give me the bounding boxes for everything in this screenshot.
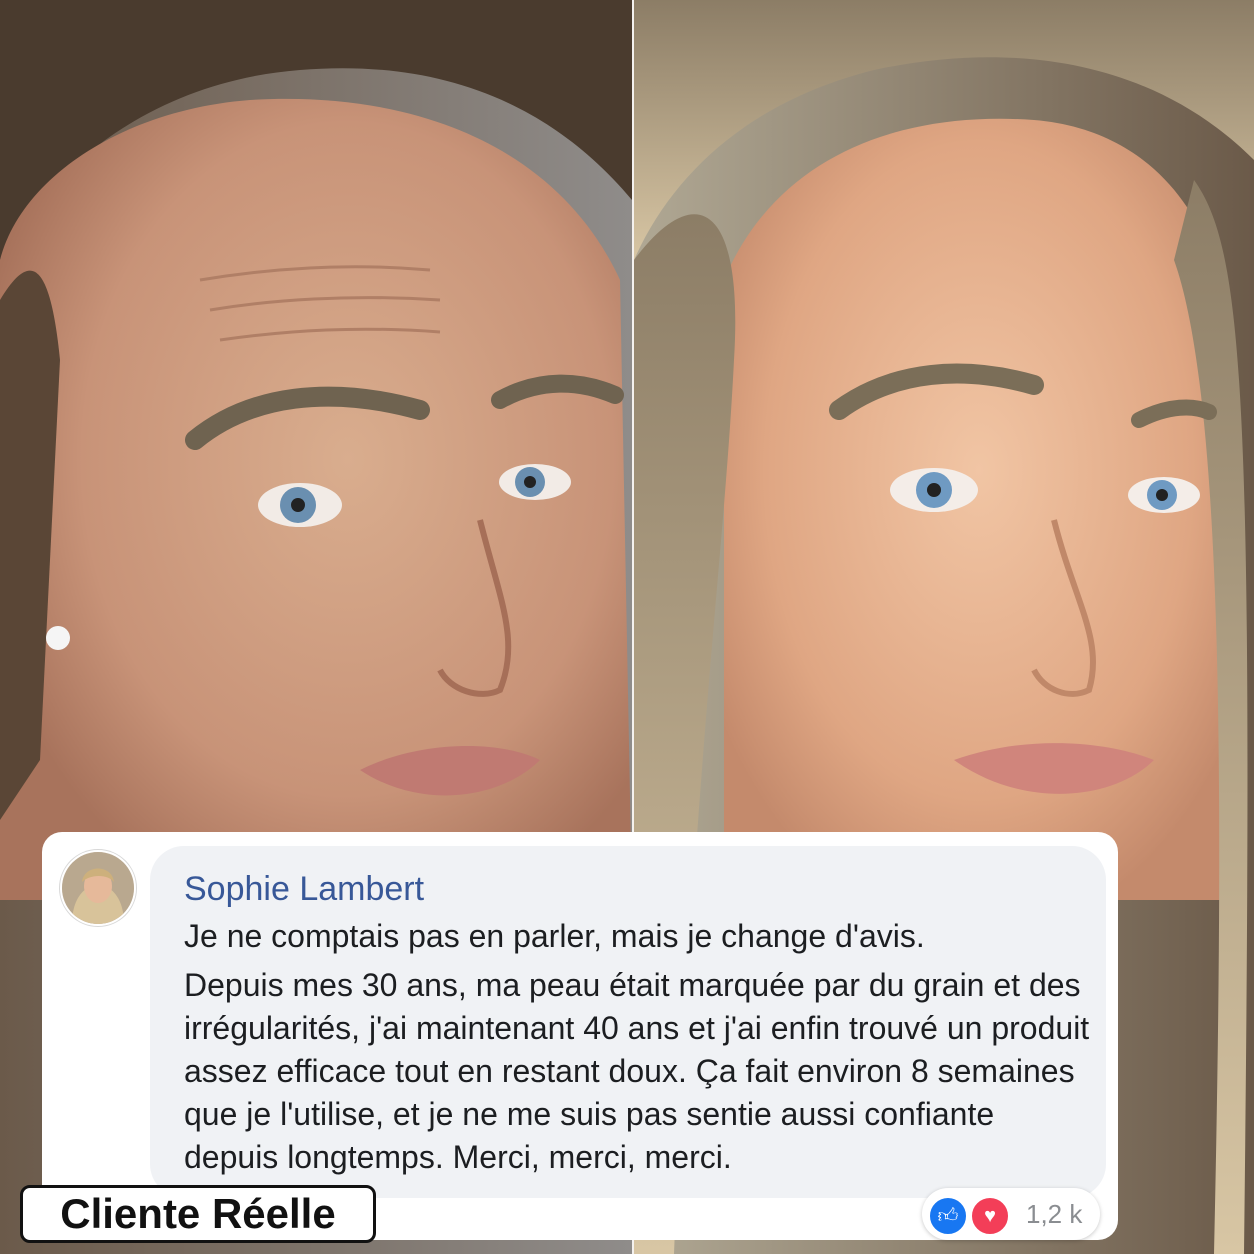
comment-author-name[interactable]: Sophie Lambert [184, 870, 424, 909]
real-customer-badge: Cliente Réelle [20, 1185, 376, 1243]
thumbs-up-icon: 👍︎ [928, 1196, 968, 1236]
comment-bubble: Sophie Lambert Je ne comptais pas en par… [150, 846, 1106, 1198]
avatar-image [62, 852, 134, 924]
avatar[interactable] [60, 850, 136, 926]
comment-first-line: Je ne comptais pas en parler, mais je ch… [184, 918, 925, 954]
reactions-summary[interactable]: 👍︎ ♥ 1,2 k [922, 1188, 1100, 1240]
reaction-count: 1,2 k [1026, 1199, 1083, 1229]
heart-icon: ♥ [970, 1196, 1010, 1236]
badge-label: Cliente Réelle [60, 1190, 336, 1237]
comment-body: Depuis mes 30 ans, ma peau était marquée… [184, 967, 1090, 1175]
comment-card: Sophie Lambert Je ne comptais pas en par… [42, 832, 1118, 1240]
